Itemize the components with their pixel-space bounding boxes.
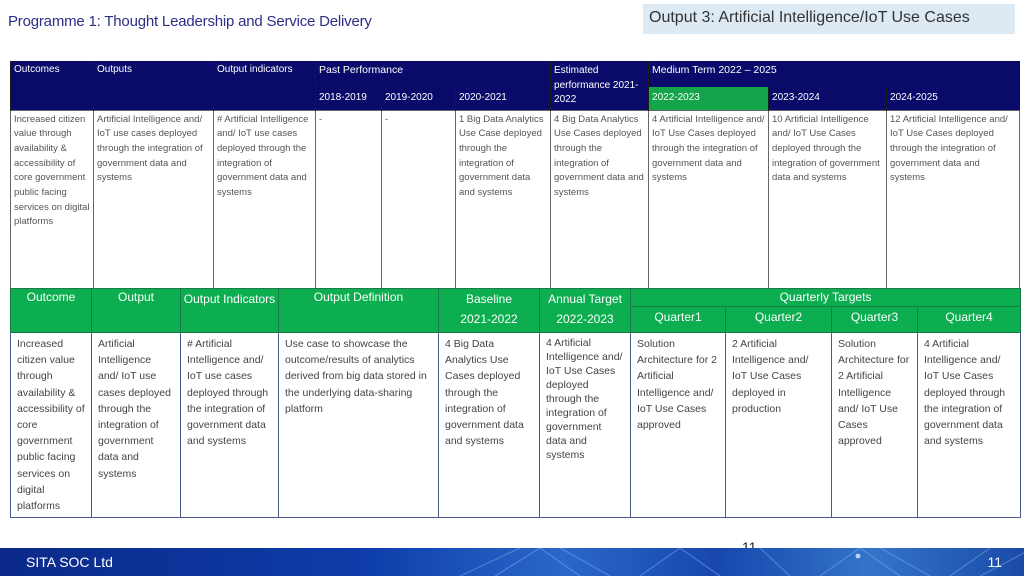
header-2019-2020: 2019-2020 [381,87,456,110]
header-quarter1: Quarter1 [630,306,726,333]
header-outcomes: Outcomes [10,61,94,110]
cell-output-indicators: # Artificial Intelligence and/ IoT use c… [213,109,316,312]
header-output-definition: Output Definition [278,288,439,333]
cell-quarter3: Solution Architecture for 2 Artificial I… [831,331,918,519]
cell-annual-target: 4 Artificial Intelligence and/ IoT Use C… [539,331,631,519]
header-annual-target: Annual Target 2022-2023 [539,288,631,333]
cell-outcome: Increased citizen value through availabi… [10,331,92,519]
header-quarter2: Quarter2 [725,306,832,333]
annual-target-year: 2022-2023 [556,312,614,326]
cell-2023-2024: 10 Artificial Intelligence and/ IoT Use … [768,109,888,312]
header-outputs: Outputs [93,61,214,110]
programme-title: Programme 1: Thought Leadership and Serv… [8,13,372,30]
cell-outcomes: Increased citizen value through availabi… [10,109,94,312]
cell-output-definition: Use case to showcase the outcome/results… [278,331,439,519]
header-quarter4: Quarter4 [916,306,1022,333]
cell-2022-2023: 4 Artificial Intelligence and/ IoT Use C… [648,109,770,312]
cell-quarter1: Solution Architecture for 2 Artificial I… [630,331,726,519]
cell-2020-2021: 1 Big Data Analytics Use Case deployed t… [454,109,552,312]
network-lines-decoration [459,548,1024,576]
annual-target-label: Annual Target [548,292,622,306]
header-2022-2023: 2022-2023 [648,87,769,110]
header-medium-term: Medium Term 2022 – 2025 [648,61,1020,88]
footer-organization: SITA SOC Ltd [26,554,113,570]
header-output-indicators: Output indicators [213,61,316,110]
cell-outputs: Artificial Intelligence and/ IoT use cas… [93,109,214,312]
cell-estimated: 4 Big Data Analytics Use Cases deployed … [550,109,650,312]
header-quarter3: Quarter3 [831,306,918,333]
cell-output-indicators: # Artificial Intelligence and/ IoT use c… [180,331,279,519]
table-row: Increased citizen value through availabi… [10,109,1021,312]
output-title: Output 3: Artificial Intelligence/IoT Us… [649,9,970,26]
baseline-year: 2021-2022 [460,312,518,326]
output-title-box: Output 3: Artificial Intelligence/IoT Us… [643,4,1015,34]
cell-output: Artificial Intelligence and/ IoT use cas… [91,331,181,519]
cell-quarter2: 2 Artificial Intelligence and/ IoT Use C… [725,331,832,519]
header-past-performance: Past Performance [314,61,551,88]
performance-table: Outcomes Outputs Output indicators Past … [10,61,1021,312]
cell-quarter4: 4 Artificial Intelligence and/ IoT Use C… [916,331,1022,519]
header-2023-2024: 2023-2024 [768,87,887,110]
header-2024-2025: 2024-2025 [886,87,1020,110]
footer-page-number: 11 [987,554,1002,570]
baseline-label: Baseline [465,292,513,306]
cell-2024-2025: 12 Artificial Intelligence and/ IoT Use … [886,109,1021,312]
header-outcome: Outcome [10,288,92,333]
header-2020-2021: 2020-2021 [454,87,551,110]
cell-2018-2019: - [315,109,382,312]
header-baseline: Baseline 2021-2022 [438,288,540,333]
header-quarterly-targets: Quarterly Targets [629,288,1022,307]
table-row: Increased citizen value through availabi… [10,331,1022,519]
cell-baseline: 4 Big Data Analytics Use Cases deployed … [438,331,540,519]
cell-2019-2020: - [381,109,456,312]
targets-table: Outcome Output Output Indicators Output … [10,288,1022,519]
footer-bar: SITA SOC Ltd 11 [0,548,1024,576]
header-2018-2019: 2018-2019 [315,87,382,110]
header-output: Output [91,288,181,333]
header-output-indicators: Output Indicators [180,288,279,333]
header-estimated-performance: Estimated performance 2021-2022 [550,61,649,110]
